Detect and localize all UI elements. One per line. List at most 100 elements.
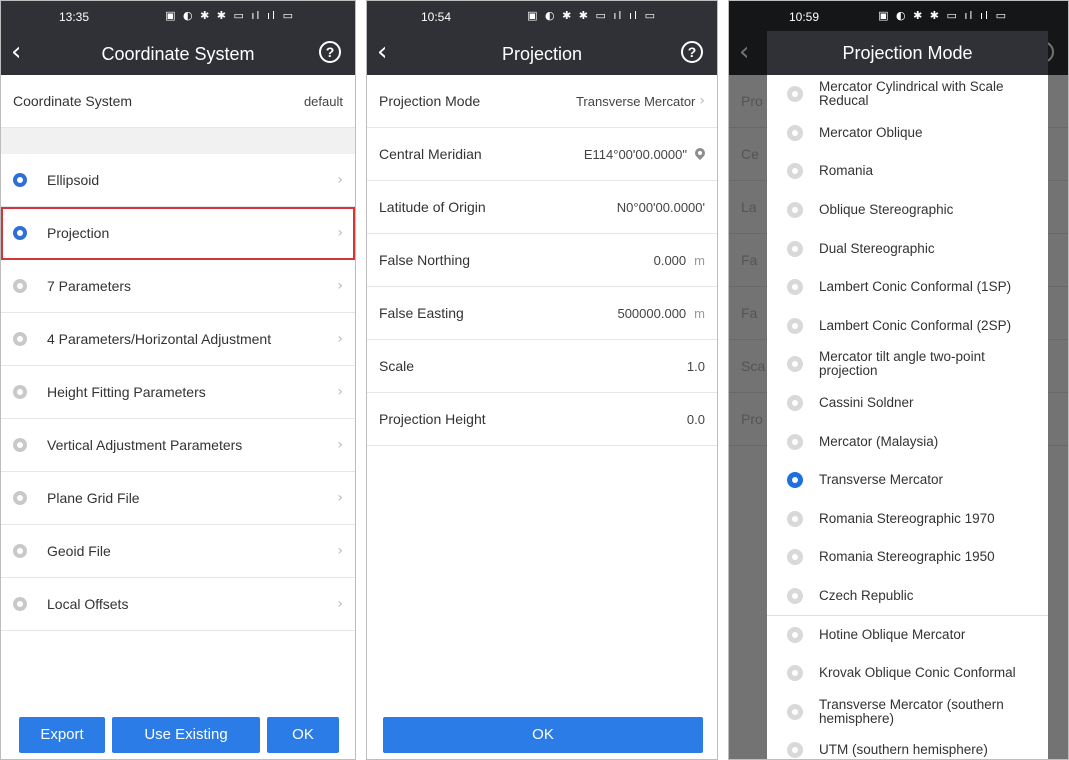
- projection-option-label: Mercator Cylindrical with Scale Reducal: [819, 79, 1004, 109]
- title-bar: ‹ Coordinate System ?: [1, 31, 355, 75]
- chevron-right-icon: ›: [337, 384, 343, 400]
- gear-icon-shape: [13, 491, 27, 505]
- gear-icon-shape: [13, 385, 27, 399]
- status-time: 10:54: [421, 10, 452, 24]
- export-button[interactable]: Export: [19, 717, 105, 753]
- status-icons: ▣ ◐ ✱ ✱ ▭ ıl ıl ▭: [878, 9, 1008, 22]
- ok-button[interactable]: OK: [267, 717, 339, 753]
- radio-icon: [787, 279, 803, 296]
- use-existing-button[interactable]: Use Existing: [112, 717, 260, 753]
- radio-icon: [787, 665, 803, 682]
- chevron-right-icon: ›: [337, 225, 343, 241]
- page-title: Projection: [501, 44, 583, 64]
- settings-item-plane-grid-file[interactable]: Plane Grid File ›: [1, 472, 355, 525]
- projection-option[interactable]: Mercator tilt angle two-point projection: [767, 345, 1048, 384]
- projection-option[interactable]: Czech Republic: [767, 577, 1048, 616]
- param-row-central-meridian[interactable]: Central Meridian E114°00'00.0000": [367, 128, 717, 181]
- ok-button[interactable]: OK: [383, 717, 703, 753]
- projection-option[interactable]: Mercator (Malaysia): [767, 422, 1048, 461]
- projection-params-list: Projection Mode Transverse Mercator › Centr…: [367, 75, 717, 446]
- param-value[interactable]: 500000.000: [617, 306, 686, 321]
- settings-item-projection[interactable]: Projection ›: [1, 207, 355, 260]
- param-value[interactable]: 0.000: [654, 253, 687, 268]
- projection-option[interactable]: Krovak Oblique Conic Conformal: [767, 654, 1048, 693]
- param-row-projection-mode[interactable]: Projection Mode Transverse Mercator ›: [367, 75, 717, 128]
- help-icon[interactable]: ?: [319, 41, 341, 63]
- radio-icon: [787, 433, 803, 450]
- projection-option[interactable]: Transverse Mercator: [767, 461, 1048, 500]
- settings-item-vertical-adjustment-parameters[interactable]: Vertical Adjustment Parameters ›: [1, 419, 355, 472]
- settings-item-7-parameters[interactable]: 7 Parameters ›: [1, 260, 355, 313]
- projection-option-label: Oblique Stereographic: [819, 202, 954, 218]
- radio-icon: [787, 240, 803, 257]
- param-row-false-easting[interactable]: False Easting 500000.000 m: [367, 287, 717, 340]
- projection-option[interactable]: Romania: [767, 152, 1048, 191]
- radio-icon: [787, 588, 803, 605]
- gear-icon: [13, 491, 27, 505]
- coordinate-system-screen: 13:35 ▣ ◐ ✱ ✱ ▭ ıl ıl ▭ ‹ Coordinate Sys…: [0, 0, 356, 760]
- param-value[interactable]: Transverse Mercator: [576, 94, 695, 109]
- param-value: 0.0: [686, 411, 705, 427]
- help-icon[interactable]: ?: [681, 41, 703, 63]
- projection-option-label: Lambert Conic Conformal (1SP): [819, 279, 1012, 295]
- settings-item-geoid-file[interactable]: Geoid File ›: [1, 525, 355, 578]
- projection-option[interactable]: Mercator Cylindrical with Scale Reducal: [767, 75, 1048, 114]
- projection-screen: 10:54 ▣ ◐ ✱ ✱ ▭ ıl ıl ▭ ‹ Projection ? P…: [366, 0, 718, 760]
- settings-item-label: Height Fitting Parameters: [47, 384, 206, 400]
- param-row-false-northing[interactable]: False Northing 0.000 m: [367, 234, 717, 287]
- gear-icon-shape: [13, 279, 27, 293]
- gear-icon: [13, 226, 27, 240]
- projection-option-label: Mercator tilt angle two-point projection: [819, 349, 985, 379]
- bottom-bar: OK: [367, 709, 717, 759]
- projection-option[interactable]: Dual Stereographic: [767, 229, 1048, 268]
- projection-option-label: Mercator (Malaysia): [819, 433, 939, 449]
- radio-icon: [787, 742, 803, 759]
- projection-option[interactable]: UTM (southern hemisphere): [767, 731, 1048, 759]
- projection-option[interactable]: Oblique Stereographic: [767, 191, 1048, 230]
- settings-item-label: Projection: [47, 225, 110, 241]
- coordinate-system-label: Coordinate System: [13, 93, 133, 109]
- projection-option-label: Dual Stereographic: [819, 240, 935, 256]
- param-label: Central Meridian: [379, 146, 482, 162]
- settings-item-label: 4 Parameters/Horizontal Adjustment: [47, 331, 272, 347]
- status-time: 10:59: [789, 10, 820, 24]
- chevron-right-icon: ›: [337, 596, 343, 612]
- param-row-latitude-of-origin[interactable]: Latitude of Origin N0°00'00.0000': [367, 181, 717, 234]
- projection-option[interactable]: Romania Stereographic 1950: [767, 538, 1048, 577]
- projection-option[interactable]: Lambert Conic Conformal (2SP): [767, 307, 1048, 346]
- projection-option[interactable]: Transverse Mercator (southern hemisphere…: [767, 693, 1048, 732]
- status-bar-overlay: 10:59 ▣ ◐ ✱ ✱ ▭ ıl ıl ▭: [729, 1, 1068, 31]
- projection-option[interactable]: Romania Stereographic 1970: [767, 500, 1048, 539]
- gear-icon-shape: [13, 226, 27, 240]
- chevron-right-icon: ›: [337, 437, 343, 453]
- gear-icon-shape: [13, 544, 27, 558]
- coordinate-system-row[interactable]: Coordinate System default: [1, 75, 355, 128]
- projection-option[interactable]: Hotine Oblique Mercator: [767, 615, 1048, 654]
- param-value[interactable]: E114°00'00.0000": [584, 147, 687, 162]
- projection-option-label: UTM (southern hemisphere): [819, 742, 988, 758]
- radio-icon: [787, 317, 803, 334]
- settings-item-4-parameters-horizontal-adjustment[interactable]: 4 Parameters/Horizontal Adjustment ›: [1, 313, 355, 366]
- projection-option-label: Czech Republic: [819, 588, 914, 604]
- location-pin-icon[interactable]: [695, 148, 705, 161]
- projection-option-label: Mercator Oblique: [819, 124, 923, 140]
- gear-icon: [13, 279, 27, 293]
- projection-option-label: Transverse Mercator: [819, 472, 944, 488]
- param-unit: m: [694, 252, 705, 268]
- section-divider: [1, 128, 355, 154]
- projection-option[interactable]: Lambert Conic Conformal (1SP): [767, 268, 1048, 307]
- param-value[interactable]: 1.0: [687, 359, 705, 374]
- param-label: Scale: [379, 358, 415, 374]
- status-icons: ▣ ◐ ✱ ✱ ▭ ıl ıl ▭: [527, 9, 657, 22]
- settings-item-height-fitting-parameters[interactable]: Height Fitting Parameters ›: [1, 366, 355, 419]
- settings-item-local-offsets[interactable]: Local Offsets ›: [1, 578, 355, 631]
- radio-icon: [787, 627, 803, 644]
- bottom-bar: Export Use Existing OK: [1, 709, 355, 759]
- param-row-scale[interactable]: Scale 1.0: [367, 340, 717, 393]
- param-value[interactable]: N0°00'00.0000': [617, 200, 705, 215]
- gear-icon: [13, 173, 27, 187]
- param-row-projection-height[interactable]: Projection Height 0.0: [367, 393, 717, 446]
- projection-option[interactable]: Mercator Oblique: [767, 114, 1048, 153]
- projection-option[interactable]: Cassini Soldner: [767, 384, 1048, 423]
- settings-item-ellipsoid[interactable]: Ellipsoid ›: [1, 154, 355, 207]
